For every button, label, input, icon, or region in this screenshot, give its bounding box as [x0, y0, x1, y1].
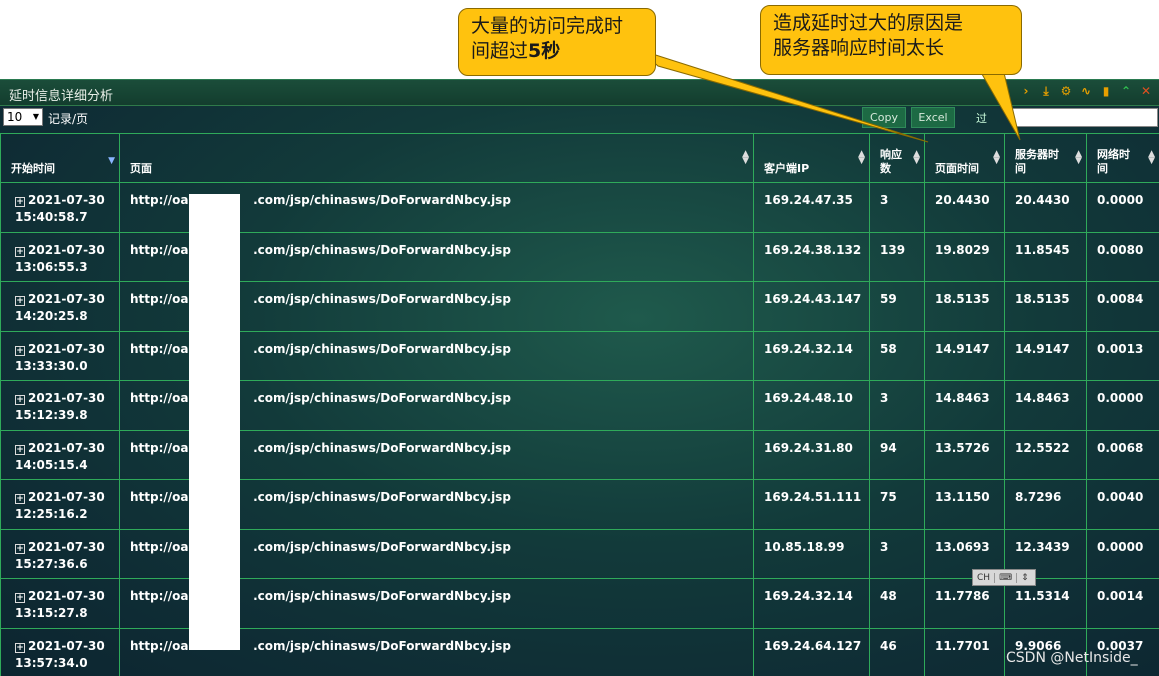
callout-pointers — [639, 49, 1021, 143]
callout-line: 造成延时过大的原因是 — [773, 12, 964, 34]
callout-emphasis: 5秒 — [528, 40, 561, 62]
annotation-callout-duration: 大量的访问完成时 间超过5秒 — [458, 8, 656, 76]
callout-line: 大量的访问完成时 — [471, 15, 624, 37]
callout-text: 间超过 — [471, 40, 529, 62]
callout-line: 间超过5秒 — [471, 39, 643, 64]
callout-line: 服务器响应时间太长 — [773, 37, 945, 59]
annotation-callout-cause: 造成延时过大的原因是 服务器响应时间太长 — [760, 5, 1022, 75]
